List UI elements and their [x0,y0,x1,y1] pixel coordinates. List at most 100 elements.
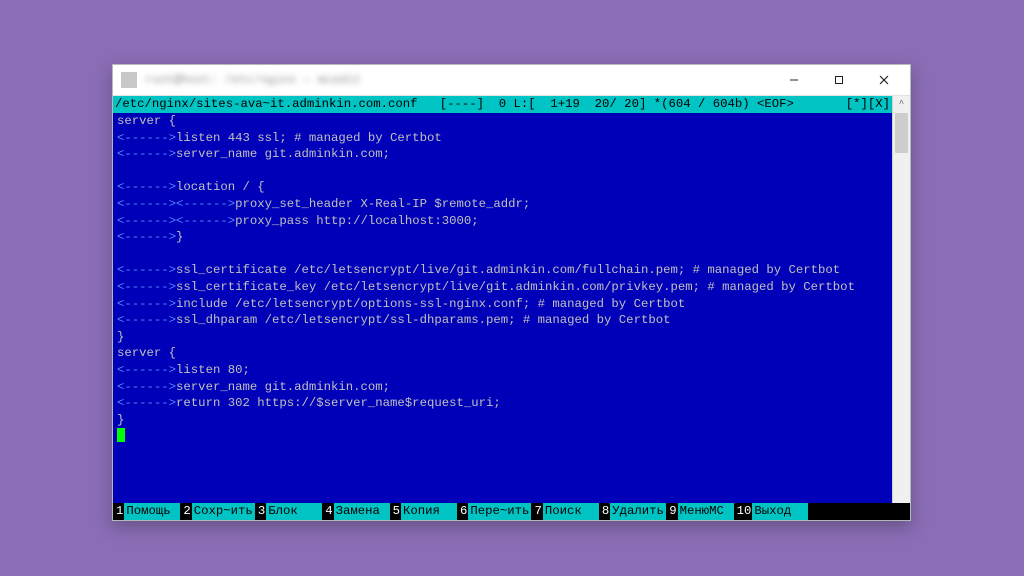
editor-content[interactable]: server {<------>listen 443 ssl; # manage… [113,113,892,428]
code-line[interactable]: <------>} [117,229,888,246]
indent-marker: <------> [117,362,176,379]
fn-label: Блок [266,503,322,520]
fn-number: 9 [668,503,677,520]
fn-label: МенюMC [678,503,734,520]
text-cursor [117,428,125,442]
indent-marker: <------> [176,213,235,230]
fn-number: 4 [324,503,333,520]
code-text: proxy_set_header X-Real-IP $remote_addr; [235,196,530,213]
fn-label: Удалить [610,503,666,520]
fn-key-2[interactable]: 2Сохр~ить [182,503,254,520]
code-line[interactable]: <------>listen 80; [117,362,888,379]
fn-label: Поиск [543,503,599,520]
code-text: } [117,412,124,429]
fn-number: 2 [182,503,191,520]
indent-marker: <------> [117,196,176,213]
fn-number: 6 [459,503,468,520]
code-line[interactable]: <------>server_name git.adminkin.com; [117,379,888,396]
status-file-path: /etc/nginx/sites-ava~it.adminkin.com.con… [115,96,418,113]
indent-marker: <------> [117,379,176,396]
fn-key-5[interactable]: 5Копия [392,503,457,520]
code-text: include /etc/letsencrypt/options-ssl-ngi… [176,296,685,313]
code-text: listen 443 ssl; # managed by Certbot [176,130,442,147]
fn-key-4[interactable]: 4Замена [324,503,389,520]
fn-key-1[interactable]: 1Помощь [115,503,180,520]
code-line[interactable]: server { [117,113,888,130]
vertical-scrollbar[interactable]: ^ [892,96,910,503]
code-text: } [176,229,183,246]
code-text: } [117,329,124,346]
fn-label: Копия [401,503,457,520]
fn-label: Выход [752,503,808,520]
terminal-area[interactable]: /etc/nginx/sites-ava~it.adminkin.com.con… [113,96,910,520]
fn-key-8[interactable]: 8Удалить [601,503,666,520]
fn-label: Сохр~ить [192,503,255,520]
code-line[interactable]: <------><------>proxy_pass http://localh… [117,213,888,230]
code-text: server { [117,345,176,362]
indent-marker: <------> [117,312,176,329]
indent-marker: <------> [117,395,176,412]
code-text: server_name git.adminkin.com; [176,379,390,396]
fn-key-3[interactable]: 3Блок [257,503,322,520]
fn-key-9[interactable]: 9МенюMC [668,503,733,520]
fn-label: Замена [334,503,390,520]
code-text: proxy_pass http://localhost:3000; [235,213,479,230]
code-line[interactable] [117,246,888,263]
window-controls [771,65,906,95]
minimize-icon [789,75,799,85]
scrollbar-thumb[interactable] [895,113,908,153]
code-text: ssl_dhparam /etc/letsencrypt/ssl-dhparam… [176,312,670,329]
scroll-up-arrow[interactable]: ^ [893,96,910,113]
fn-label: Пере~ить [468,503,531,520]
close-icon [879,75,889,85]
code-line[interactable]: } [117,412,888,429]
indent-marker: <------> [117,179,176,196]
fn-label: Помощь [124,503,180,520]
code-text: ssl_certificate_key /etc/letsencrypt/liv… [176,279,855,296]
terminal-window: root@host: /etc/nginx — mcedit /etc/ngin… [112,64,911,521]
window-titlebar[interactable]: root@host: /etc/nginx — mcedit [113,65,910,96]
close-button[interactable] [861,65,906,95]
indent-marker: <------> [117,213,176,230]
app-icon [121,72,137,88]
code-line[interactable]: <------>ssl_dhparam /etc/letsencrypt/ssl… [117,312,888,329]
fn-number: 7 [533,503,542,520]
code-line[interactable]: <------>ssl_certificate /etc/letsencrypt… [117,262,888,279]
code-line[interactable]: <------>listen 443 ssl; # managed by Cer… [117,130,888,147]
function-key-bar: 1Помощь2Сохр~ить3Блок4Замена5Копия6Пере~… [113,503,910,520]
status-info: [----] 0 L:[ 1+19 20/ 20] *(604 / 604b) … [440,96,794,113]
fn-key-6[interactable]: 6Пере~ить [459,503,531,520]
code-line[interactable] [117,163,888,180]
code-text: server { [117,113,176,130]
indent-marker: <------> [117,146,176,163]
indent-marker: <------> [176,196,235,213]
fn-number: 10 [736,503,753,520]
indent-marker: <------> [117,296,176,313]
code-line[interactable]: <------><------>proxy_set_header X-Real-… [117,196,888,213]
code-line[interactable]: <------>include /etc/letsencrypt/options… [117,296,888,313]
code-line[interactable]: server { [117,345,888,362]
window-title: root@host: /etc/nginx — mcedit [145,73,771,87]
desktop-background: root@host: /etc/nginx — mcedit /etc/ngin… [0,0,1024,576]
minimize-button[interactable] [771,65,816,95]
indent-marker: <------> [117,262,176,279]
code-line[interactable]: <------>location / { [117,179,888,196]
fn-number: 1 [115,503,124,520]
fn-number: 3 [257,503,266,520]
code-line[interactable]: } [117,329,888,346]
fn-key-10[interactable]: 10Выход [736,503,809,520]
fn-key-7[interactable]: 7Поиск [533,503,598,520]
code-text: ssl_certificate /etc/letsencrypt/live/gi… [176,262,840,279]
maximize-button[interactable] [816,65,861,95]
fn-number: 8 [601,503,610,520]
code-text: return 302 https://$server_name$request_… [176,395,501,412]
editor-status-line: /etc/nginx/sites-ava~it.adminkin.com.con… [113,96,892,113]
code-line[interactable]: <------>server_name git.adminkin.com; [117,146,888,163]
maximize-icon [834,75,844,85]
code-text [117,163,124,180]
code-line[interactable]: <------>ssl_certificate_key /etc/letsenc… [117,279,888,296]
code-text: server_name git.adminkin.com; [176,146,390,163]
code-text [117,246,124,263]
indent-marker: <------> [117,229,176,246]
code-line[interactable]: <------>return 302 https://$server_name$… [117,395,888,412]
